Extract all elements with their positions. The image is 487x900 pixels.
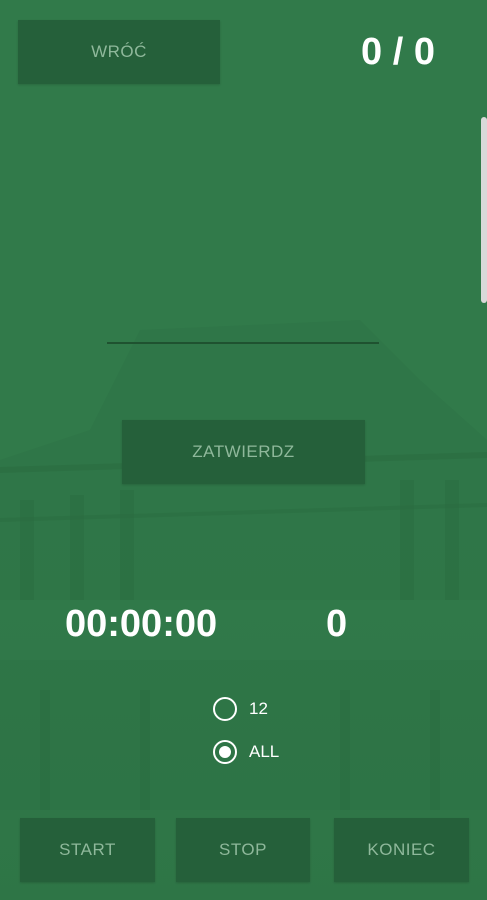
scrollbar[interactable]: [481, 117, 487, 303]
timer-display: 00:00:00: [65, 603, 218, 645]
start-button[interactable]: START: [20, 818, 155, 882]
radio-label-12: 12: [249, 699, 268, 718]
radio-option-all[interactable]: ALL: [213, 738, 279, 766]
answer-count: 0: [326, 603, 348, 645]
submit-button[interactable]: ZATWIERDZ: [122, 420, 365, 484]
end-button[interactable]: KONIEC: [334, 818, 469, 882]
back-button[interactable]: WRÓĆ: [18, 20, 220, 84]
radio-label-all: ALL: [249, 742, 280, 761]
score-counter: 0 / 0: [361, 31, 435, 73]
radio-checked-icon[interactable]: [213, 740, 237, 764]
radio-option-12[interactable]: 12: [213, 695, 268, 723]
radio-unchecked-icon[interactable]: [213, 697, 237, 721]
stop-button[interactable]: STOP: [176, 818, 310, 882]
answer-input[interactable]: [107, 300, 379, 344]
